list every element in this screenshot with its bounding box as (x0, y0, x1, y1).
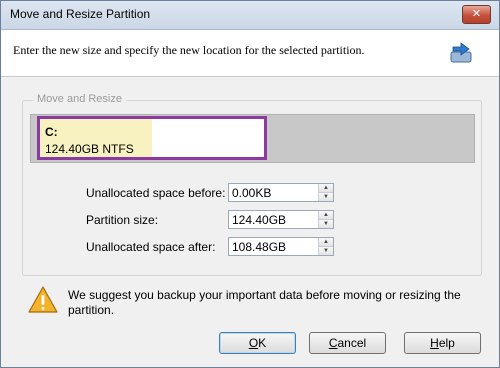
help-button[interactable]: Help (404, 332, 481, 354)
move-arrows-icon (450, 42, 472, 63)
help-button-mnemonic: H (430, 336, 439, 350)
warning-triangle-icon (28, 286, 58, 313)
unallocated-after-input[interactable]: 108.48GB ▲ ▼ (228, 237, 334, 256)
partition-size-label: Partition size: (86, 213, 159, 227)
cancel-button-label: ancel (337, 336, 367, 350)
header-description: Enter the new size and specify the new l… (13, 43, 365, 57)
help-button-label: elp (438, 336, 455, 350)
spin-up-icon[interactable]: ▲ (319, 184, 333, 193)
partition-size-input[interactable]: 124.40GB ▲ ▼ (228, 210, 334, 229)
group-legend: Move and Resize (33, 93, 126, 105)
unallocated-before-value: 0.00KB (232, 186, 272, 200)
partition-size-value: 124.40GB (232, 213, 287, 227)
partition-size-spinner[interactable]: ▲ ▼ (318, 211, 333, 228)
spin-up-icon[interactable]: ▲ (319, 211, 333, 220)
partition-drive-letter: C: (45, 125, 58, 139)
unallocated-after-spinner[interactable]: ▲ ▼ (318, 238, 333, 255)
spin-down-icon[interactable]: ▼ (319, 220, 333, 228)
spin-down-icon[interactable]: ▼ (319, 247, 333, 255)
close-button[interactable]: ✕ (462, 5, 491, 24)
cancel-button[interactable]: Cancel (309, 332, 386, 354)
unallocated-after-value: 108.48GB (232, 240, 287, 254)
ok-button[interactable]: OK (219, 332, 296, 354)
partition-info: 124.40GB NTFS (45, 142, 134, 156)
title-bar[interactable]: Move and Resize Partition ✕ (1, 1, 499, 30)
unallocated-before-input[interactable]: 0.00KB ▲ ▼ (228, 183, 334, 202)
close-icon: ✕ (471, 8, 482, 20)
ok-button-label: K (258, 336, 267, 350)
warning-message: We suggest you backup your important dat… (68, 288, 461, 317)
spin-down-icon[interactable]: ▼ (319, 193, 333, 201)
header-band: Enter the new size and specify the new l… (1, 30, 499, 77)
unallocated-before-label: Unallocated space before: (86, 186, 226, 200)
dialog-window: Move and Resize Partition ✕ Enter the ne… (0, 0, 500, 368)
unallocated-before-spinner[interactable]: ▲ ▼ (318, 184, 333, 201)
unallocated-after-label: Unallocated space after: (86, 240, 216, 254)
partition-block[interactable]: C: 124.40GB NTFS (37, 116, 267, 160)
spin-up-icon[interactable]: ▲ (319, 238, 333, 247)
window-title: Move and Resize Partition (10, 7, 151, 21)
ok-button-mnemonic: O (248, 336, 259, 350)
